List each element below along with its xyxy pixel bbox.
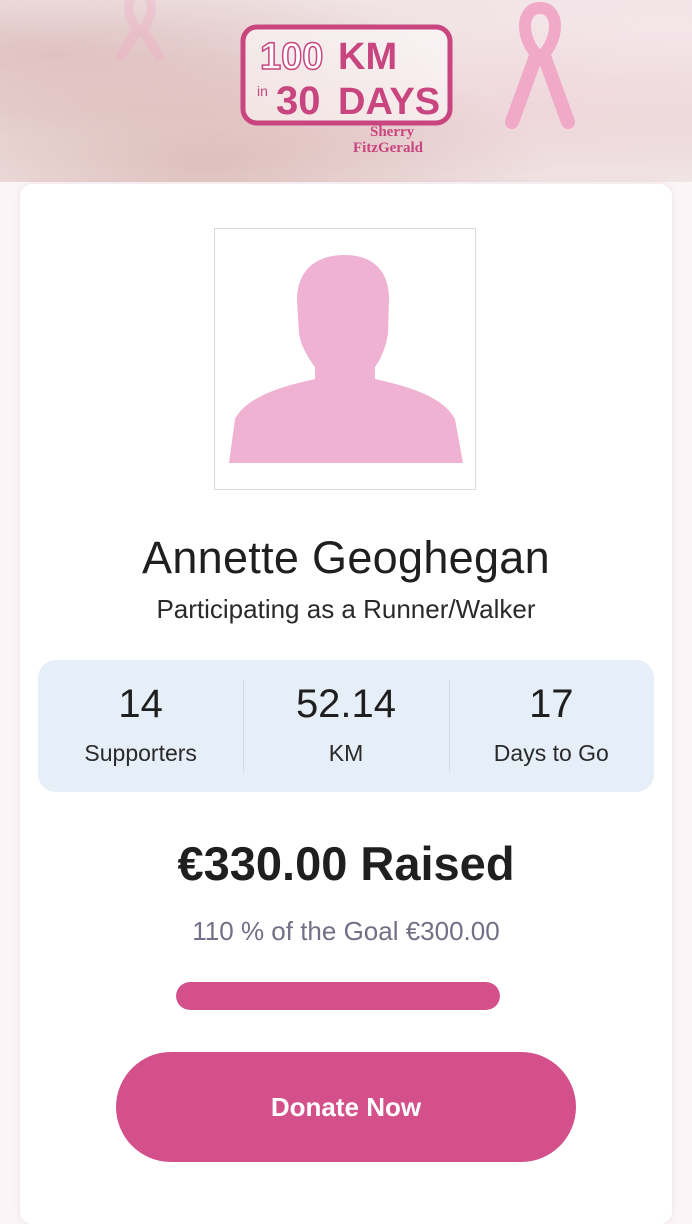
stat-value: 14 — [118, 682, 163, 726]
svg-text:DAYS: DAYS — [338, 81, 440, 123]
avatar — [214, 228, 476, 490]
stats-panel: 14 Supporters 52.14 KM 17 Days to Go — [38, 660, 654, 792]
stat-value: 17 — [529, 682, 574, 726]
profile-card: Annette Geoghegan Participating as a Run… — [20, 184, 672, 1224]
svg-text:in: in — [257, 83, 268, 99]
svg-text:KM: KM — [338, 36, 397, 78]
stat-label: Supporters — [84, 740, 197, 766]
goal-progress-text: 110 % of the Goal €300.00 — [192, 916, 500, 946]
svg-text:FitzGerald: FitzGerald — [353, 140, 424, 156]
svg-text:100: 100 — [260, 36, 323, 78]
person-silhouette-icon — [229, 255, 463, 463]
participant-name: Annette Geoghegan — [142, 532, 550, 583]
progress-bar-fill — [176, 982, 500, 1010]
header-banner: 100 in 30 KM DAYS Sherry FitzGerald — [0, 0, 692, 182]
stat-supporters: 14 Supporters — [38, 660, 243, 792]
amount-raised: €330.00 Raised — [177, 837, 515, 890]
participant-role: Participating as a Runner/Walker — [156, 594, 536, 624]
stat-days-to-go: 17 Days to Go — [448, 660, 654, 792]
stat-distance: 52.14 KM — [243, 660, 448, 792]
awareness-ribbon-icon — [505, 1, 575, 129]
stat-label: KM — [328, 740, 364, 766]
campaign-logo: 100 in 30 KM DAYS Sherry FitzGerald — [240, 24, 453, 156]
svg-text:30: 30 — [276, 79, 321, 123]
awareness-ribbon-faint-icon — [115, 0, 165, 60]
progress-bar — [176, 982, 500, 1010]
stat-value: 52.14 — [295, 682, 397, 726]
stat-label: Days to Go — [493, 740, 609, 766]
donate-now-button[interactable]: Donate Now — [116, 1052, 576, 1162]
svg-text:Sherry: Sherry — [370, 124, 415, 140]
